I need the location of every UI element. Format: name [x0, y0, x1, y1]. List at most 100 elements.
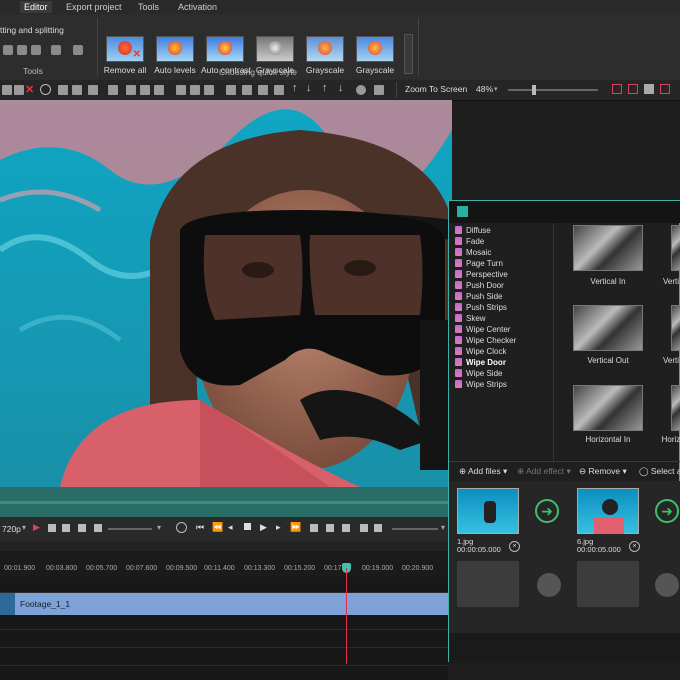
stretch-icon[interactable]	[258, 85, 268, 95]
empty-slide-slot[interactable]	[457, 561, 519, 607]
remove-button[interactable]: ⊖ Remove ▾	[579, 466, 627, 477]
transition-item[interactable]: Push Strips	[455, 302, 507, 313]
empty-transition-slot[interactable]	[655, 573, 679, 597]
chevron-down-icon[interactable]: ▾	[494, 85, 498, 93]
transition-item[interactable]: Fade	[455, 236, 484, 247]
align-top-icon[interactable]	[176, 85, 186, 95]
menu-editor[interactable]: Editor	[20, 1, 52, 13]
video-preview[interactable]	[0, 100, 452, 487]
refresh-icon[interactable]	[78, 524, 86, 532]
delete-icon[interactable]: ✕	[25, 83, 34, 96]
transition-item[interactable]: Wipe Checker	[455, 335, 516, 346]
transition-item[interactable]: Mosaic	[455, 247, 491, 258]
menu-export-project[interactable]: Export project	[62, 1, 126, 13]
add-effect-button[interactable]: ⊕ Add effect ▾	[517, 466, 571, 477]
add-files-button[interactable]: ⊕ Add files ▾	[459, 466, 507, 477]
bring-front-icon[interactable]: ↑	[322, 82, 328, 94]
rotate-icon[interactable]	[73, 45, 83, 55]
zoom-to-screen-button[interactable]: Zoom To Screen	[405, 84, 467, 94]
transition-item[interactable]: Wipe Clock	[455, 346, 506, 357]
clock-icon[interactable]	[176, 522, 187, 533]
step-forward-icon[interactable]: ▸	[276, 522, 281, 533]
resolution-select[interactable]: 720p	[2, 524, 21, 534]
fill-icon[interactable]	[274, 85, 284, 95]
step-back-icon[interactable]: ◂	[228, 522, 233, 533]
transition-thumb[interactable]	[671, 225, 680, 271]
zoom-in-icon[interactable]	[374, 524, 382, 532]
slide-thumb[interactable]	[457, 488, 519, 534]
menu-tools[interactable]: Tools	[134, 1, 163, 13]
align-right-icon[interactable]	[154, 85, 164, 95]
transition-item[interactable]: Page Turn	[455, 258, 503, 269]
empty-transition-slot[interactable]	[537, 573, 561, 597]
chevron-down-icon[interactable]: ▾	[22, 523, 26, 532]
fast-forward-icon[interactable]: ⏩	[290, 522, 301, 533]
align-bottom-icon[interactable]	[204, 85, 214, 95]
transition-item-selected[interactable]: Wipe Door	[455, 357, 506, 368]
style-remove-all-thumb[interactable]: ✕	[106, 36, 144, 62]
crop-icon[interactable]	[14, 85, 24, 95]
cut-split-label[interactable]: tting and splitting	[0, 25, 64, 35]
video-clip[interactable]: Footage_1_1	[0, 593, 448, 615]
split-icon[interactable]	[3, 45, 13, 55]
volume-slider[interactable]	[108, 528, 152, 530]
transition-item[interactable]: Wipe Center	[455, 324, 510, 335]
frame-icon[interactable]	[51, 45, 61, 55]
styles-scrollbar[interactable]	[404, 34, 413, 74]
align-left-icon[interactable]	[126, 85, 136, 95]
volume-icon[interactable]	[94, 524, 102, 532]
snap-icon[interactable]	[612, 84, 622, 94]
circle-icon[interactable]	[40, 84, 51, 95]
send-back-icon[interactable]: ↓	[338, 82, 344, 94]
guides-icon[interactable]	[660, 84, 670, 94]
timeline-overview[interactable]	[0, 487, 448, 517]
slide-thumb[interactable]	[577, 488, 639, 534]
play-preview-icon[interactable]: ▶	[33, 522, 40, 533]
chevron-down-icon[interactable]: ▾	[441, 523, 445, 532]
transition-thumb[interactable]	[573, 385, 643, 431]
menu-activation[interactable]: Activation	[174, 1, 221, 13]
transition-arrow-icon[interactable]: ➜	[655, 499, 679, 523]
style-grayscale-thumb-3[interactable]	[356, 36, 394, 62]
align-middle-icon[interactable]	[190, 85, 200, 95]
transition-item[interactable]: Wipe Side	[455, 368, 502, 379]
skip-start-icon[interactable]: ⏮	[196, 522, 204, 533]
chevron-down-icon[interactable]: ▾	[157, 523, 161, 532]
zoom-value[interactable]: 48%	[476, 84, 493, 94]
play-icon[interactable]: ▶	[260, 522, 267, 533]
align-center-icon[interactable]	[140, 85, 150, 95]
snapshot-icon[interactable]	[62, 524, 70, 532]
rewind-icon[interactable]: ⏪	[212, 522, 223, 533]
style-grayscale-thumb-1[interactable]	[256, 36, 294, 62]
zoom-out-icon[interactable]	[360, 524, 368, 532]
move-up-icon[interactable]: ↑	[292, 82, 298, 94]
arrow-tool-icon[interactable]	[88, 85, 98, 95]
split-clip-icon[interactable]	[342, 524, 350, 532]
transition-thumb[interactable]	[671, 385, 680, 431]
loop-icon[interactable]	[48, 524, 56, 532]
transition-item[interactable]: Push Door	[455, 280, 504, 291]
timeline-zoom-slider[interactable]	[392, 528, 438, 530]
zoom-slider[interactable]	[508, 89, 598, 91]
empty-slide-slot[interactable]	[577, 561, 639, 607]
transition-arrow-icon[interactable]: ➜	[535, 499, 559, 523]
style-grayscale-thumb-2[interactable]	[306, 36, 344, 62]
select-all-button[interactable]: ◯ Select al	[639, 466, 680, 477]
move-down-icon[interactable]: ↓	[306, 82, 312, 94]
zoom-slider-handle[interactable]	[532, 85, 536, 95]
layer-icon[interactable]	[374, 85, 384, 95]
mark-in-icon[interactable]	[310, 524, 318, 532]
select-icon[interactable]	[2, 85, 12, 95]
stop-icon[interactable]	[244, 523, 251, 530]
undo-icon[interactable]	[58, 85, 68, 95]
crop-icon[interactable]	[17, 45, 27, 55]
redo-icon[interactable]	[72, 85, 82, 95]
remove-slide-icon[interactable]: ×	[509, 541, 520, 552]
transition-thumb[interactable]	[573, 305, 643, 351]
transition-item[interactable]: Diffuse	[455, 225, 491, 236]
transition-item[interactable]: Push Side	[455, 291, 502, 302]
safe-zone-icon[interactable]	[644, 84, 654, 94]
transition-thumb[interactable]	[573, 225, 643, 271]
grid-icon[interactable]	[628, 84, 638, 94]
distribute-icon[interactable]	[226, 85, 236, 95]
